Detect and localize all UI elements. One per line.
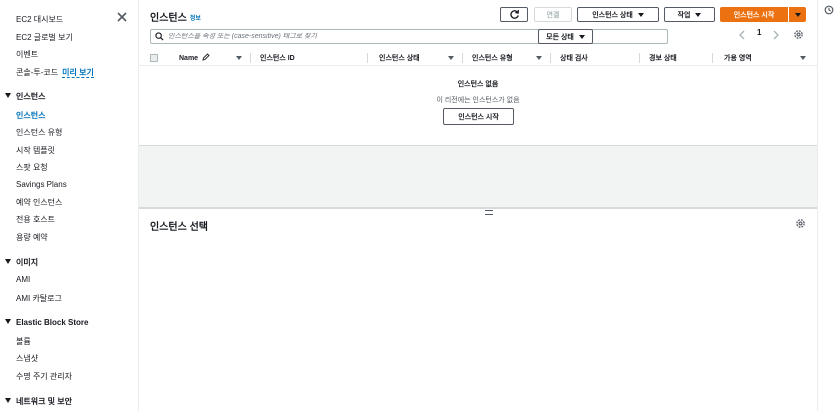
- main-content: 인스턴스정보 연결 인스턴스 상태 작업 인스턴스 시작 모든 상태: [139, 0, 827, 411]
- column-header-instance-id[interactable]: 인스턴스 ID: [260, 53, 295, 63]
- previous-page-icon[interactable]: [738, 30, 746, 40]
- column-header-instance-state[interactable]: 인스턴스 상태: [379, 53, 420, 63]
- sidebar-section-instances[interactable]: 인스턴스: [5, 91, 45, 102]
- column-header-alarm-status[interactable]: 경보 상태: [649, 53, 677, 63]
- resize-handle-icon[interactable]: [485, 210, 493, 215]
- clock-icon[interactable]: [824, 5, 834, 15]
- search-icon: [155, 32, 164, 41]
- empty-launch-instances-button[interactable]: 인스턴스 시작: [443, 108, 514, 125]
- caret-down-icon: [695, 12, 702, 17]
- sidebar-item-events[interactable]: 이벤트: [16, 49, 38, 60]
- section-header-label: Elastic Block Store: [16, 318, 89, 327]
- right-tools-rail: [817, 0, 840, 411]
- info-link[interactable]: 정보: [190, 16, 201, 22]
- sidebar-item-ec2-global-view[interactable]: EC2 글로벌 보기: [16, 32, 73, 43]
- launch-instances-button[interactable]: 인스턴스 시작: [720, 7, 788, 22]
- sidebar-item-reserved-instances[interactable]: 예약 인스턴스: [16, 197, 62, 208]
- table-header: Name 인스턴스 ID 인스턴스 상태 인스턴스 유형 상태 검사 경보 상태…: [139, 50, 817, 66]
- column-divider: [462, 53, 463, 63]
- sidebar-item-ec2-dashboard[interactable]: EC2 대시보드: [16, 14, 63, 25]
- ec2-console: EC2 대시보드 EC2 글로벌 보기 이벤트 콘솔-투-코드 미리 보기 인스턴…: [0, 0, 840, 411]
- detail-panel-title: 인스턴스 선택: [150, 222, 208, 233]
- sidebar-item-ami[interactable]: AMI: [16, 275, 30, 284]
- refresh-button[interactable]: [500, 7, 528, 22]
- select-all-checkbox[interactable]: [150, 54, 158, 62]
- sidebar-item-ami-catalog[interactable]: AMI 카탈로그: [16, 293, 62, 304]
- empty-state-message: 이 리전에는 인스턴스가 없음: [436, 97, 520, 104]
- sort-caret-icon[interactable]: [536, 56, 542, 60]
- caret-down-icon: [5, 259, 11, 264]
- column-header-availability-zone[interactable]: 가용 영역: [724, 53, 752, 63]
- instance-state-label: 인스턴스 상태: [592, 11, 633, 19]
- close-icon[interactable]: [116, 11, 128, 23]
- settings-gear-icon[interactable]: [793, 29, 804, 40]
- column-header-status-check[interactable]: 상태 검사: [560, 53, 588, 63]
- sidebar-item-instance-types[interactable]: 인스턴스 유형: [16, 127, 62, 138]
- caret-down-icon: [578, 34, 585, 39]
- column-divider: [550, 53, 551, 63]
- sidebar-item-volumes[interactable]: 볼륨: [16, 336, 31, 347]
- detail-settings-gear-icon[interactable]: [795, 218, 806, 229]
- sidebar-item-instances[interactable]: 인스턴스: [16, 110, 45, 121]
- caret-down-icon: [5, 398, 11, 403]
- sidebar-item-savings-plans[interactable]: Savings Plans: [16, 180, 67, 189]
- empty-state-title: 인스턴스 없음: [457, 81, 499, 88]
- sidebar-item-dedicated-hosts[interactable]: 전용 호스트: [16, 214, 55, 225]
- sidebar-item-console-to-code[interactable]: 콘솔-투-코드 미리 보기: [16, 67, 94, 78]
- caret-down-icon: [5, 319, 11, 324]
- sidebar-item-label: 콘솔-투-코드: [16, 68, 59, 77]
- instance-state-dropdown[interactable]: 인스턴스 상태: [577, 7, 659, 22]
- sidebar-section-ebs[interactable]: Elastic Block Store: [5, 318, 88, 327]
- sidebar-item-capacity-reservations[interactable]: 용량 예약: [16, 232, 48, 243]
- sort-caret-icon[interactable]: [800, 56, 806, 60]
- current-page-number[interactable]: 1: [757, 28, 761, 37]
- table-empty-area: [139, 145, 817, 207]
- refresh-icon: [509, 10, 519, 19]
- column-divider: [712, 53, 713, 63]
- column-header-instance-type[interactable]: 인스턴스 유형: [472, 53, 513, 63]
- section-header-label: 인스턴스: [16, 92, 46, 101]
- next-page-icon[interactable]: [772, 30, 780, 40]
- launch-options-dropdown[interactable]: [789, 7, 806, 22]
- page-title: 인스턴스 정보: [150, 9, 201, 24]
- edit-pencil-icon: [202, 53, 210, 61]
- column-divider: [639, 53, 640, 63]
- sort-caret-icon[interactable]: [448, 56, 454, 60]
- connect-button[interactable]: 연결: [534, 7, 572, 22]
- sidebar-item-spot-requests[interactable]: 스팟 요청: [16, 162, 48, 173]
- sidebar-item-snapshots[interactable]: 스냅샷: [16, 353, 38, 364]
- column-label: Name: [179, 55, 199, 62]
- column-header-name[interactable]: Name: [179, 53, 210, 62]
- column-divider: [367, 53, 368, 63]
- caret-down-icon: [5, 93, 11, 98]
- sidebar-item-launch-templates[interactable]: 시작 템플릿: [16, 145, 55, 156]
- actions-label: 작업: [677, 11, 691, 19]
- section-header-label: 네트워크 및 보안: [16, 397, 72, 406]
- state-filter-select[interactable]: 모든 상태: [538, 29, 593, 44]
- sidebar-section-images[interactable]: 이미지: [5, 257, 38, 268]
- sort-caret-icon[interactable]: [236, 56, 242, 60]
- preview-badge-link[interactable]: 미리 보기: [62, 68, 94, 78]
- split-panel-divider[interactable]: [139, 207, 817, 209]
- sidebar-navigation: EC2 대시보드 EC2 글로벌 보기 이벤트 콘솔-투-코드 미리 보기 인스턴…: [0, 0, 139, 411]
- caret-down-icon: [637, 12, 644, 17]
- sidebar-item-lifecycle-manager[interactable]: 수명 주기 관리자: [16, 371, 72, 382]
- column-divider: [250, 53, 251, 63]
- sidebar-section-network-security[interactable]: 네트워크 및 보안: [5, 396, 72, 407]
- caret-down-icon: [794, 12, 801, 17]
- actions-dropdown[interactable]: 작업: [664, 7, 715, 22]
- page-title-text: 인스턴스: [150, 13, 187, 24]
- state-filter-value: 모든 상태: [546, 33, 574, 41]
- section-header-label: 이미지: [16, 258, 39, 267]
